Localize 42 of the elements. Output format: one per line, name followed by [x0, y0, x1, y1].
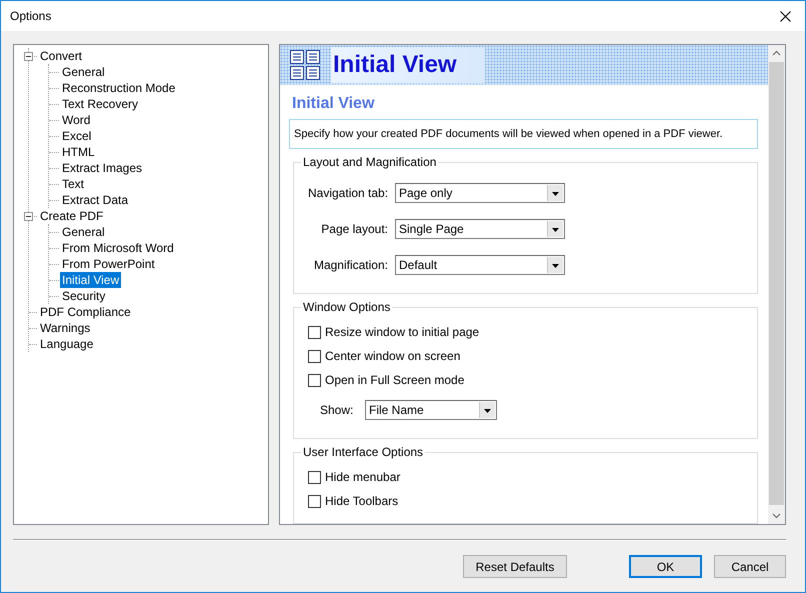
tree-item[interactable]: Text Recovery	[60, 96, 140, 112]
group-title: Layout and Magnification	[302, 155, 438, 169]
tree-item[interactable]: Extract Images	[60, 160, 144, 176]
dropdown[interactable]: File Name	[365, 400, 497, 420]
dropdown[interactable]: Page only	[395, 183, 565, 203]
tree-item[interactable]: Reconstruction Mode	[60, 80, 178, 96]
dialog-button[interactable]: OK	[629, 555, 702, 578]
page-heading: Initial View	[292, 95, 376, 113]
checkbox-label: Center window on screen	[325, 349, 460, 363]
tree-item[interactable]: PDF Compliance	[38, 304, 133, 320]
tree-item[interactable]: Security	[60, 288, 108, 304]
tree-item[interactable]: From Microsoft Word	[60, 240, 176, 256]
tree-item[interactable]: Extract Data	[60, 192, 130, 208]
group-title: User Interface Options	[302, 445, 424, 459]
tree-item[interactable]: Language	[38, 336, 96, 352]
tree-item[interactable]: Initial View	[60, 272, 122, 288]
dropdown[interactable]: Default	[395, 255, 565, 275]
field-label: Magnification:	[312, 258, 388, 272]
tree-item[interactable]: General	[60, 224, 107, 240]
window-title: Options	[10, 9, 52, 23]
tree-item[interactable]: Excel	[60, 128, 94, 144]
tree-item[interactable]: Word	[60, 112, 92, 128]
tree-item[interactable]: Text	[60, 176, 86, 192]
group-title: Window Options	[302, 300, 392, 314]
checkbox-label: Hide menubar	[325, 470, 400, 484]
dialog-button[interactable]: Reset Defaults	[463, 555, 567, 578]
tree-item[interactable]: HTML	[60, 144, 97, 160]
tree-item[interactable]: General	[60, 64, 107, 80]
field-label: Show:	[320, 403, 354, 417]
page-description: Specify how your created PDF documents will be viewed when opened in a PDF viewer.	[289, 119, 758, 149]
dialog-button[interactable]: Cancel	[714, 555, 786, 578]
dropdown[interactable]: Single Page	[395, 219, 565, 239]
checkbox-label: Resize window to initial page	[325, 325, 480, 339]
checkbox-label: Hide Toolbars	[325, 494, 398, 508]
field-label: Page layout:	[320, 222, 388, 236]
field-label: Navigation tab:	[308, 186, 388, 200]
banner-title: Initial View	[331, 47, 485, 83]
checkbox-label: Open in Full Screen mode	[325, 373, 464, 387]
tree-item[interactable]: From PowerPoint	[60, 256, 157, 272]
tree-item[interactable]: Convert	[38, 48, 84, 64]
tree-item[interactable]: Create PDF	[38, 208, 106, 224]
tree-item[interactable]: Warnings	[38, 320, 92, 336]
